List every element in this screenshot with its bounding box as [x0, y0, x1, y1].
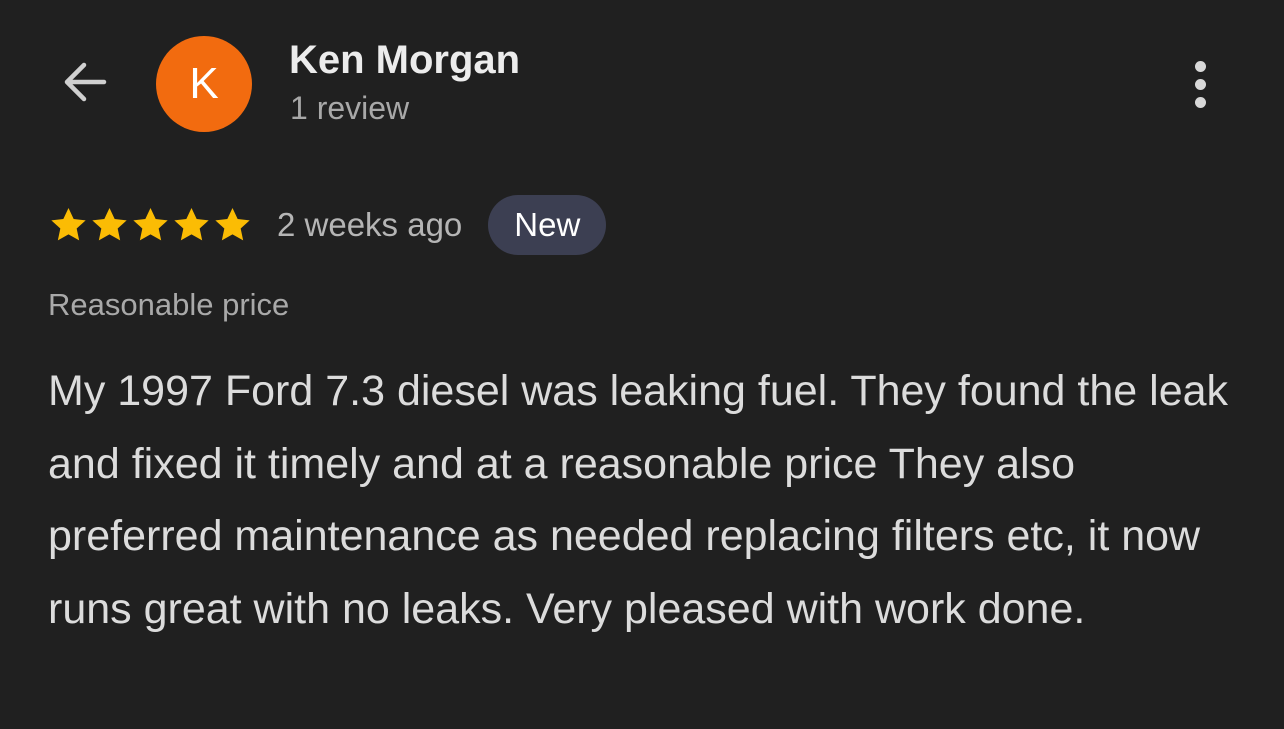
review-tag: Reasonable price — [48, 287, 290, 322]
more-options-button[interactable] — [1172, 52, 1228, 116]
star-icon — [174, 208, 209, 241]
avatar-initial: K — [189, 59, 219, 108]
review-count: 1 review — [290, 90, 410, 126]
avatar[interactable]: K — [156, 36, 252, 132]
new-badge: New — [488, 195, 607, 255]
star-icon — [51, 208, 86, 241]
star-icon — [133, 208, 168, 241]
back-button[interactable] — [52, 52, 116, 116]
star-icon — [92, 208, 127, 241]
author-name[interactable]: Ken Morgan — [289, 38, 520, 83]
star-rating — [48, 205, 253, 245]
arrow-left-icon — [56, 54, 112, 115]
review-date: 2 weeks ago — [277, 206, 463, 243]
rating-row: 2 weeks ago New — [48, 195, 607, 255]
review-text: My 1997 Ford 7.3 diesel was leaking fuel… — [48, 367, 1229, 633]
star-icon — [215, 208, 250, 241]
more-vertical-icon — [1194, 60, 1206, 108]
